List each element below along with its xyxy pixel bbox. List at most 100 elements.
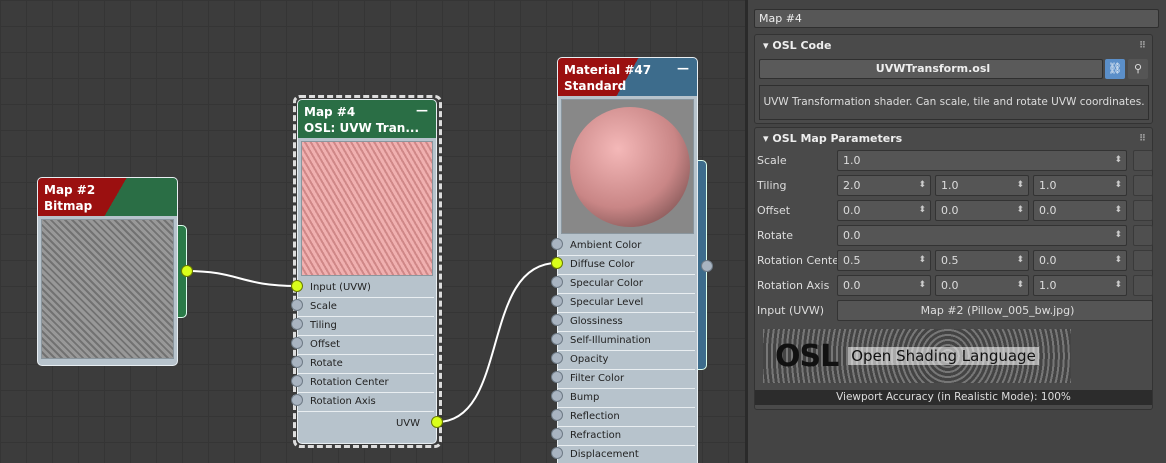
spinner-arrows-icon[interactable]: ⬍ — [1114, 276, 1122, 295]
input-socket[interactable] — [291, 356, 303, 368]
spinner-arrows-icon[interactable]: ⬍ — [1114, 176, 1122, 195]
spinner[interactable]: 1.0 ⬍ — [837, 150, 1127, 171]
map-slot-button[interactable] — [1133, 225, 1153, 246]
input-slot: Rotate — [298, 355, 434, 374]
input-slot: Rotation Center — [298, 374, 434, 393]
spinner-arrows-icon[interactable]: ⬍ — [918, 276, 926, 295]
input-socket[interactable] — [551, 409, 563, 421]
input-slot: Diffuse Color — [558, 256, 695, 275]
spinner[interactable]: 1.0 ⬍ — [935, 175, 1029, 196]
map-slot-button[interactable] — [1133, 250, 1153, 271]
node-header[interactable]: Map #4 OSL: UVW Tran... — — [298, 100, 436, 138]
spinner-arrows-icon[interactable]: ⬍ — [1016, 201, 1024, 220]
spinner-value: 1.0 — [1039, 179, 1057, 192]
node-title: Map #4 — [304, 105, 356, 119]
node-map2[interactable]: Map #2 Bitmap — [37, 177, 178, 366]
spinner[interactable]: 0.5 ⬍ — [837, 250, 931, 271]
rollout-title: OSL Code — [772, 39, 832, 52]
spinner-value: 0.0 — [941, 204, 959, 217]
map2-output-socket[interactable] — [181, 265, 193, 277]
node-canvas[interactable]: Map #2 Bitmap Map #4 OSL: UVW Tran... — … — [0, 0, 745, 463]
spinner-arrows-icon[interactable]: ⬍ — [918, 251, 926, 270]
material-preview — [561, 99, 694, 234]
magnifier-icon[interactable]: ⚲ — [1128, 59, 1148, 79]
spinner[interactable]: 0.0 ⬍ — [1033, 200, 1127, 221]
map-slot-button[interactable] — [1133, 175, 1153, 196]
input-socket[interactable] — [291, 318, 303, 330]
node-header[interactable]: Map #2 Bitmap — [38, 178, 177, 216]
rollout-header[interactable]: ▾ OSL Map Parameters ⠿ — [755, 128, 1152, 150]
spinner[interactable]: 0.0 ⬍ — [837, 200, 931, 221]
node-material[interactable]: Material #47 Standard — Ambient Color Dif… — [557, 57, 698, 463]
param-rotation-center: Rotation Center 0.5 ⬍ 0.5 ⬍ 0.0 ⬍ — [755, 250, 1154, 272]
param-offset: Offset 0.0 ⬍ 0.0 ⬍ 0.0 ⬍ — [755, 200, 1154, 222]
spinner-arrows-icon[interactable]: ⬍ — [1114, 151, 1122, 170]
input-slot: Tiling — [298, 317, 434, 336]
spinner[interactable]: 1.0 ⬍ — [1033, 175, 1127, 196]
node-header[interactable]: Material #47 Standard — — [558, 58, 697, 96]
input-socket[interactable] — [551, 257, 563, 269]
input-socket[interactable] — [551, 238, 563, 250]
input-socket[interactable] — [551, 447, 563, 459]
param-rotation-axis: Rotation Axis 0.0 ⬍ 0.0 ⬍ 1.0 ⬍ — [755, 275, 1154, 297]
input-slot: Self-Illumination — [558, 332, 695, 351]
spinner-arrows-icon[interactable]: ⬍ — [918, 201, 926, 220]
spinner[interactable]: 0.0 ⬍ — [935, 275, 1029, 296]
input-socket[interactable] — [291, 280, 303, 292]
spinner-value: 0.0 — [843, 279, 861, 292]
input-socket[interactable] — [291, 337, 303, 349]
node-title: Material #47 — [564, 63, 652, 77]
map-slot-button[interactable] — [1133, 275, 1153, 296]
spinner-arrows-icon[interactable]: ⬍ — [918, 176, 926, 195]
input-socket[interactable] — [291, 299, 303, 311]
param-label: Input (UVW) — [757, 304, 825, 317]
spinner[interactable]: 1.0 ⬍ — [1033, 275, 1127, 296]
map-name-field[interactable]: Map #4 — [754, 9, 1159, 28]
spinner-arrows-icon[interactable]: ⬍ — [1114, 226, 1122, 245]
input-slot: Filter Color — [558, 370, 695, 389]
input-slot: Scale — [298, 298, 434, 317]
spinner[interactable]: 0.0 ⬍ — [837, 225, 1127, 246]
spinner-arrows-icon[interactable]: ⬍ — [1114, 201, 1122, 220]
material-output-socket[interactable] — [701, 260, 713, 272]
spinner[interactable]: 0.0 ⬍ — [837, 275, 931, 296]
input-socket[interactable] — [551, 295, 563, 307]
rollout-header[interactable]: ▾ OSL Code ⠿ — [755, 35, 1152, 57]
rollout-title: OSL Map Parameters — [772, 132, 903, 145]
spinner-value: 2.0 — [843, 179, 861, 192]
osl-file-button[interactable]: UVWTransform.osl — [759, 59, 1103, 79]
spinner-arrows-icon[interactable]: ⬍ — [1016, 251, 1024, 270]
minimize-icon[interactable]: — — [677, 60, 689, 76]
spinner-arrows-icon[interactable]: ⬍ — [1016, 276, 1024, 295]
output-socket-uvw[interactable] — [431, 416, 443, 428]
input-socket[interactable] — [551, 314, 563, 326]
spinner[interactable]: 0.0 ⬍ — [1033, 250, 1127, 271]
spinner[interactable]: 0.0 ⬍ — [935, 200, 1029, 221]
input-socket[interactable] — [551, 352, 563, 364]
spinner[interactable]: 2.0 ⬍ — [837, 175, 931, 196]
param-label: Rotation Center — [757, 254, 844, 267]
input-socket[interactable] — [551, 276, 563, 288]
input-socket[interactable] — [551, 428, 563, 440]
spinner-arrows-icon[interactable]: ⬍ — [1114, 251, 1122, 270]
spinner-value: 0.0 — [1039, 204, 1057, 217]
param-label: Rotate — [757, 229, 794, 242]
input-slot: Glossiness — [558, 313, 695, 332]
node-map4[interactable]: Map #4 OSL: UVW Tran... — Input (UVW) Sca… — [297, 99, 437, 444]
input-map-button[interactable]: Map #2 (Pillow_005_bw.jpg) — [837, 300, 1153, 321]
map-slot-button[interactable] — [1133, 200, 1153, 221]
spinner-arrows-icon[interactable]: ⬍ — [1016, 176, 1024, 195]
input-socket[interactable] — [551, 390, 563, 402]
input-slot: Input (UVW) — [298, 279, 434, 298]
input-socket[interactable] — [551, 333, 563, 345]
input-socket[interactable] — [291, 375, 303, 387]
minimize-icon[interactable]: — — [416, 102, 428, 118]
input-socket[interactable] — [551, 371, 563, 383]
spinner-value: 1.0 — [941, 179, 959, 192]
spinner[interactable]: 0.5 ⬍ — [935, 250, 1029, 271]
osl-logo-mark: OSL — [775, 338, 839, 374]
input-socket[interactable] — [291, 394, 303, 406]
link-icon[interactable]: ⛓ — [1105, 59, 1125, 79]
node-title: Map #2 — [44, 183, 96, 197]
map-slot-button[interactable] — [1133, 150, 1153, 171]
